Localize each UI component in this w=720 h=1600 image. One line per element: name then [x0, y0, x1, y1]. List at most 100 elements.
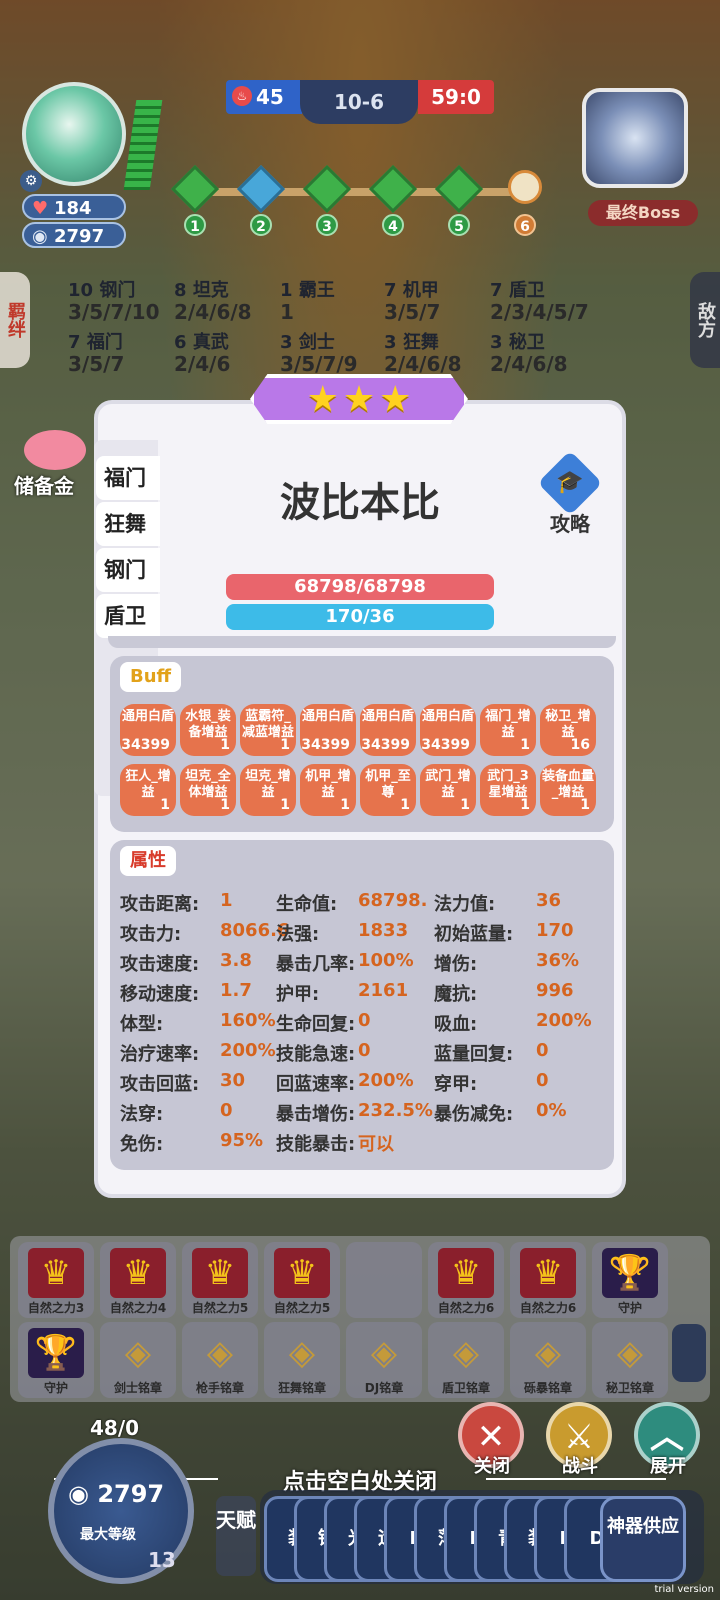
attribute-row: 移动速度: 1.7 护甲: 2161 魔抗: 996	[120, 980, 610, 1010]
attribute-name: 法穿:	[120, 1104, 164, 1125]
score-red: 59:0	[418, 80, 494, 114]
bond-item: 7 福门 3/5/7	[68, 332, 125, 376]
attribute-name: 法强:	[276, 924, 320, 945]
stage-number-boss: 6	[514, 214, 536, 236]
item-slot[interactable]: ♛ 自然之力4	[100, 1242, 176, 1318]
guide-button[interactable]: 🎓 攻略	[536, 450, 604, 536]
buff-name: 通用白盾	[302, 709, 355, 724]
buff-chip[interactable]: 通用白盾 34399	[360, 704, 416, 756]
trophy-icon: 🏆	[28, 1328, 84, 1378]
attribute-value: 200%	[220, 1040, 276, 1061]
buff-name: 通用白盾	[362, 709, 415, 724]
score-blue: ♨ 45	[226, 80, 302, 114]
item-slot[interactable]: 🏆 守护	[18, 1322, 94, 1398]
item-slot[interactable]: ◈ DJ铭章	[346, 1322, 422, 1398]
item-slot-label: 自然之力6	[519, 1301, 577, 1315]
attribute-value: 2161	[358, 980, 409, 1001]
item-slot[interactable]: ♛ 自然之力6	[428, 1242, 504, 1318]
emblem-icon: ◈	[206, 1333, 234, 1373]
buff-chip[interactable]: 狂人_增益 1	[120, 764, 176, 816]
item-slot[interactable]: ♛ 自然之力5	[264, 1242, 340, 1318]
buff-tag: Buff	[120, 662, 182, 692]
artifact-supply-button[interactable]: 神器供应	[600, 1496, 686, 1582]
hp-pill: ♥ 184	[22, 194, 126, 220]
buff-chip[interactable]: 通用白盾 34399	[420, 704, 476, 756]
buff-name: 坦克_增益	[245, 769, 291, 800]
boss-label: 最终Boss	[588, 200, 698, 226]
bond-item: 3 秘卫 2/4/6/8	[490, 332, 568, 376]
item-slot[interactable]: ♛ 自然之力6	[510, 1242, 586, 1318]
buff-chip[interactable]: 坦克_全体增益 1	[180, 764, 236, 816]
buff-chip[interactable]: 福门_增益 1	[480, 704, 536, 756]
buff-chip[interactable]: 机甲_至尊 1	[360, 764, 416, 816]
buff-chip[interactable]: 装备血量_增益 1	[540, 764, 596, 816]
bond-item: 10 钢门 3/5/7/10	[68, 280, 160, 324]
slot-scrollbar[interactable]	[672, 1324, 706, 1382]
divider	[108, 636, 616, 648]
item-slot[interactable]: 🏆 守护	[592, 1242, 668, 1318]
piggy-bank-icon[interactable]	[24, 430, 86, 470]
buff-chip[interactable]: 武门_3星增益 1	[480, 764, 536, 816]
attribute-value: 160%	[220, 1010, 276, 1031]
mana-bar: 170/36	[226, 604, 494, 630]
modal-tab[interactable]: 狂舞	[96, 502, 160, 546]
item-slot[interactable]	[346, 1242, 422, 1318]
coin-count: ◉ 2797	[68, 1480, 165, 1508]
trophy-icon: 🏆	[602, 1248, 658, 1298]
bond-item: 6 真武 2/4/6	[174, 332, 231, 376]
emblem-icon: ◈	[124, 1333, 152, 1373]
attribute-value: 36	[536, 890, 562, 911]
buff-chip[interactable]: 蓝霸符_减蓝增益 1	[240, 704, 296, 756]
buff-value: 1	[220, 797, 230, 813]
attribute-name: 初始蓝量:	[434, 924, 514, 945]
bond-item: 3 狂舞 2/4/6/8	[384, 332, 462, 376]
attribute-name: 生命回复:	[276, 1014, 356, 1035]
attribute-value: 200%	[536, 1010, 592, 1031]
item-slot[interactable]: ◈ 剑士铭章	[100, 1322, 176, 1398]
buff-value: 34399	[421, 737, 470, 753]
buff-chip[interactable]: 机甲_增益 1	[300, 764, 356, 816]
buff-chip[interactable]: 水银_装备增益 1	[180, 704, 236, 756]
buff-chip[interactable]: 通用白盾 34399	[300, 704, 356, 756]
item-slot[interactable]: ◈ 砾暴铭章	[510, 1322, 586, 1398]
attribute-name: 体型:	[120, 1014, 164, 1035]
modal-tab[interactable]: 盾卫	[96, 594, 160, 638]
graduation-cap-icon: 🎓	[537, 450, 603, 516]
buff-chip[interactable]: 坦克_增益 1	[240, 764, 296, 816]
modal-tab[interactable]: 福门	[96, 456, 160, 500]
piggy-bank-label[interactable]: 储备金	[14, 470, 74, 499]
attribute-name: 攻击速度:	[120, 954, 200, 975]
item-slot[interactable]: ◈ 秘卫铭章	[592, 1322, 668, 1398]
buff-chip[interactable]: 秘卫_增益 16	[540, 704, 596, 756]
item-slot[interactable]: ◈ 狂舞铭章	[264, 1322, 340, 1398]
buff-value: 1	[520, 737, 530, 753]
buff-name: 水银_装备增益	[185, 709, 231, 740]
buff-chip[interactable]: 武门_增益 1	[420, 764, 476, 816]
item-slot[interactable]: ♛ 自然之力5	[182, 1242, 258, 1318]
buff-chip[interactable]: 通用白盾 34399	[120, 704, 176, 756]
modal-tab[interactable]: 钢门	[96, 548, 160, 592]
enemy-tab[interactable]: 敌方	[690, 272, 720, 368]
hp-bar: 68798/68798	[226, 574, 494, 600]
talent-button[interactable]: 天赋	[216, 1496, 256, 1576]
item-slot[interactable]: ◈ 盾卫铭章	[428, 1322, 504, 1398]
item-slot-label: 自然之力4	[109, 1301, 167, 1315]
attribute-row: 攻击回蓝: 30 回蓝速率: 200% 穿甲: 0	[120, 1070, 610, 1100]
buff-name: 装备血量_增益	[542, 769, 595, 800]
bond-tab[interactable]: 羁绊	[0, 272, 30, 368]
attribute-row: 免伤: 95% 技能暴击: 可以	[120, 1130, 610, 1160]
player-avatar[interactable]	[22, 82, 126, 186]
crown-icon: ♛	[28, 1248, 84, 1298]
gear-icon[interactable]: ⚙	[20, 170, 42, 192]
attribute-name: 移动速度:	[120, 984, 200, 1005]
crown-icon: ♛	[520, 1248, 576, 1298]
attribute-name: 暴击增伤:	[276, 1104, 356, 1125]
attribute-value: 232.5%	[358, 1100, 433, 1121]
attribute-value: 36%	[536, 950, 580, 971]
bond-item: 8 坦克 2/4/6/8	[174, 280, 252, 324]
item-slot[interactable]: ♛ 自然之力3	[18, 1242, 94, 1318]
boss-avatar[interactable]	[582, 88, 688, 188]
stage-indicator: 10-6	[300, 80, 418, 124]
attribute-row: 体型: 160% 生命回复: 0 吸血: 200%	[120, 1010, 610, 1040]
item-slot[interactable]: ◈ 枪手铭章	[182, 1322, 258, 1398]
